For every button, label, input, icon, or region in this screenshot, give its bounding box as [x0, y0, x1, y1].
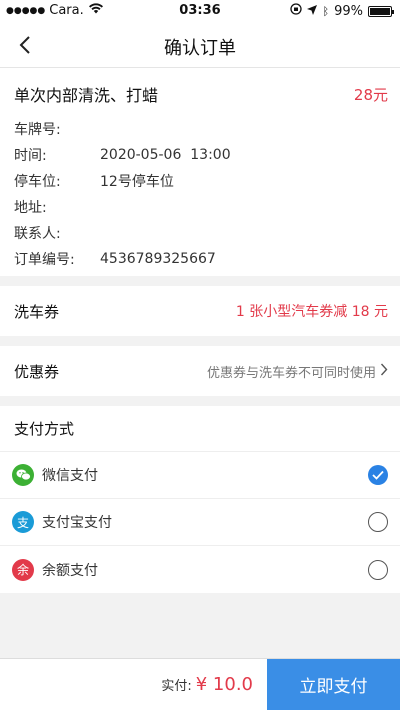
info-row-order-number: 订单编号: 4536789325667: [14, 246, 388, 272]
info-label: 地址:: [14, 200, 47, 216]
info-row-time: 时间: 2020-05-06 13:00: [14, 142, 388, 168]
pay-now-button[interactable]: 立即支付: [267, 659, 400, 710]
payment-title: 支付方式: [0, 406, 400, 452]
total-summary: 实付: ¥ 10.0: [0, 659, 267, 710]
order-info-card: 单次内部清洗、打蜡 28元 车牌号: 时间: 2020-05-06 13:00 …: [0, 68, 400, 276]
info-label: 车牌号:: [14, 122, 61, 138]
total-label: 实付:: [161, 679, 192, 694]
payment-method-label: 余额支付: [42, 562, 98, 579]
info-row-plate: 车牌号:: [14, 116, 388, 142]
location-icon: [307, 4, 318, 19]
radio-unchecked[interactable]: [368, 559, 388, 580]
payment-method-alipay[interactable]: 支 支付宝支付: [0, 499, 400, 546]
rotation-lock-icon: [290, 3, 303, 19]
radio-checked[interactable]: [368, 465, 388, 485]
check-icon: [372, 470, 384, 480]
order-price: 28元: [353, 85, 388, 104]
wash-coupon-row[interactable]: 洗车券 1 张小型汽车券减 18 元: [0, 286, 400, 336]
info-label: 时间:: [14, 148, 47, 164]
info-label: 订单编号:: [14, 252, 75, 268]
order-header: 单次内部清洗、打蜡 28元: [14, 82, 388, 106]
payment-method-label: 支付宝支付: [42, 515, 112, 531]
status-right: ᛒ 99%: [290, 3, 394, 19]
battery-icon: [368, 5, 394, 17]
info-row-parking: 停车位: 12号停车位: [14, 168, 388, 194]
info-row-address: 地址:: [14, 194, 388, 220]
total-amount: ¥ 10.0: [195, 674, 253, 695]
balance-icon: 余: [12, 558, 34, 581]
battery-fill: [370, 7, 390, 15]
status-bar: ●●●●● Cara. 03:36 ᛒ 99%: [0, 0, 400, 22]
discount-coupon-value-wrap: 优惠券与洗车券不可同时使用: [207, 362, 388, 381]
info-value: 2020-05-06 13:00: [100, 147, 231, 163]
discount-coupon-value: 优惠券与洗车券不可同时使用: [206, 365, 376, 381]
discount-coupon-row[interactable]: 优惠券 优惠券与洗车券不可同时使用: [0, 346, 400, 396]
bottom-bar: 实付: ¥ 10.0 立即支付: [0, 658, 400, 710]
payment-methods-card: 支付方式 微信支付 支 支付宝支付 余 余额支付: [0, 406, 400, 593]
radio-unchecked[interactable]: [368, 512, 388, 532]
info-value: 12号停车位: [100, 174, 174, 190]
payment-method-wechat[interactable]: 微信支付: [0, 452, 400, 499]
page-title: 确认订单: [164, 38, 236, 59]
info-row-contact: 联系人:: [14, 220, 388, 246]
battery-percent: 99%: [334, 3, 363, 19]
info-label: 停车位:: [14, 174, 61, 190]
chevron-right-icon: [380, 363, 388, 380]
wash-coupon-value: 1 张小型汽车券减 18 元: [235, 304, 388, 320]
payment-method-balance[interactable]: 余 余额支付: [0, 546, 400, 593]
info-label: 联系人:: [14, 226, 61, 242]
info-value: 4536789325667: [100, 251, 216, 267]
nav-bar: 确认订单: [0, 22, 400, 68]
alipay-icon: 支: [12, 511, 34, 533]
bluetooth-icon: ᛒ: [322, 4, 330, 18]
order-service-name: 单次内部清洗、打蜡: [14, 86, 159, 105]
wash-coupon-label: 洗车券: [14, 302, 60, 321]
discount-coupon-label: 优惠券: [14, 362, 60, 381]
wechat-icon: [12, 464, 34, 486]
payment-method-label: 微信支付: [42, 468, 98, 484]
